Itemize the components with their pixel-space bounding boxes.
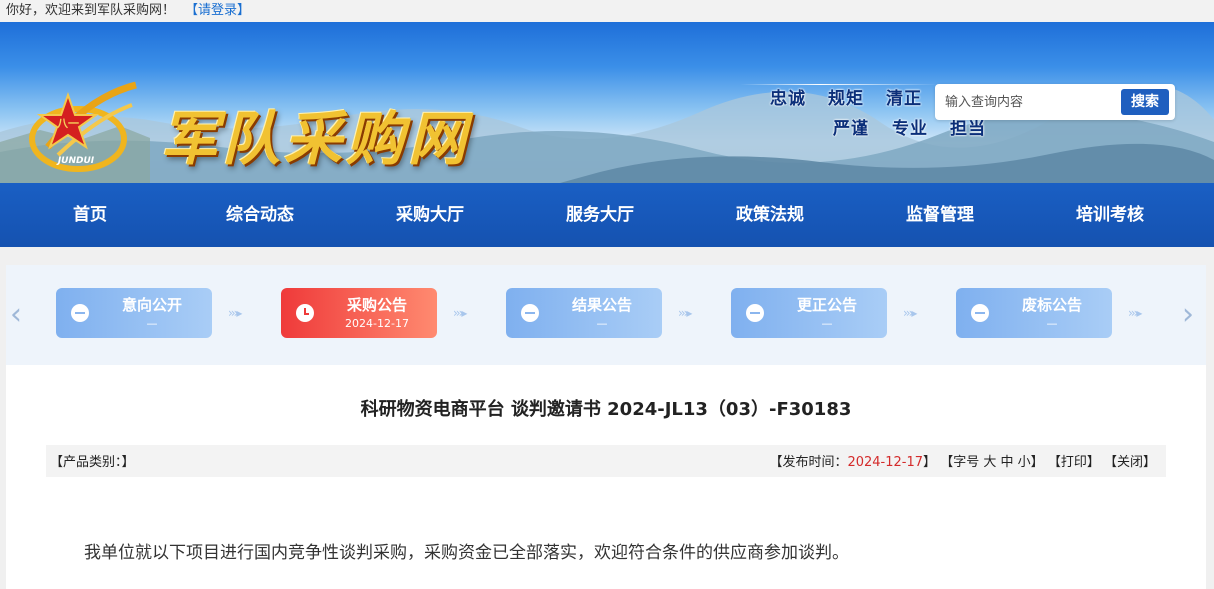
- arrow-right-icon: ›››▸: [678, 306, 692, 320]
- font-size-small[interactable]: 小: [1018, 455, 1031, 470]
- prev-arrow-icon[interactable]: ‹: [10, 297, 22, 332]
- motto-integrity: 清正: [886, 89, 922, 109]
- nav-service-hall[interactable]: 服务大厅: [515, 183, 685, 247]
- emblem-logo: 八一 JUNDUI: [29, 81, 137, 172]
- login-link[interactable]: 【请登录】: [185, 3, 250, 18]
- font-size-label: 【字号: [940, 455, 980, 470]
- search-box: 搜索: [935, 84, 1175, 120]
- next-arrow-icon[interactable]: ›: [1182, 297, 1194, 332]
- font-size-medium[interactable]: 中: [1001, 455, 1014, 470]
- arrow-right-icon: ›››▸: [1128, 306, 1142, 320]
- main-nav: 首页 综合动态 采购大厅 服务大厅 政策法规 监督管理 培训考核: [0, 183, 1214, 247]
- nav-supervision[interactable]: 监督管理: [855, 183, 1025, 247]
- greeting-text: 你好，欢迎来到军队采购网！: [6, 3, 176, 18]
- minus-circle-icon: [971, 304, 989, 322]
- document-body-paragraph: 我单位就以下项目进行国内竞争性谈判采购，采购资金已全部落实，欢迎符合条件的供应商…: [84, 543, 849, 563]
- step-date: —: [821, 317, 833, 330]
- font-size-label-end: 】: [1030, 455, 1044, 470]
- step-date: —: [1046, 317, 1058, 330]
- publish-label: 【发布时间：: [769, 455, 848, 470]
- content-panel: ‹ › 意向公开 — ›››▸ 采购公告 2024-12-17 ›››▸ 结果公…: [6, 265, 1206, 589]
- step-result-notice[interactable]: 结果公告 —: [506, 288, 662, 338]
- top-bar: 你好，欢迎来到军队采购网！ 【请登录】: [0, 0, 1214, 22]
- minus-circle-icon: [746, 304, 764, 322]
- motto-rigor: 严谨: [833, 119, 869, 139]
- emblem-text: JUNDUI: [56, 156, 95, 166]
- product-category: 【产品类别：】: [50, 455, 135, 470]
- publish-date: 2024-12-17: [847, 455, 924, 470]
- arrow-right-icon: ›››▸: [903, 306, 917, 320]
- motto-professional: 专业: [892, 119, 928, 139]
- nav-home[interactable]: 首页: [5, 183, 175, 247]
- search-input[interactable]: [935, 84, 1115, 120]
- arrow-right-icon: ›››▸: [228, 306, 242, 320]
- motto-rules: 规矩: [828, 89, 864, 109]
- step-void-notice[interactable]: 废标公告 —: [956, 288, 1112, 338]
- step-date: —: [146, 317, 158, 330]
- nav-policy[interactable]: 政策法规: [685, 183, 855, 247]
- font-size-large[interactable]: 大: [983, 455, 996, 470]
- motto-loyalty: 忠诚: [770, 89, 806, 109]
- emblem-mark: 八一: [56, 117, 79, 130]
- publish-label-end: 】: [923, 455, 937, 470]
- step-intent-public[interactable]: 意向公开 —: [56, 288, 212, 338]
- minus-circle-icon: [521, 304, 539, 322]
- minus-circle-icon: [71, 304, 89, 322]
- nav-news[interactable]: 综合动态: [175, 183, 345, 247]
- notice-stage-bar: ‹ › 意向公开 — ›››▸ 采购公告 2024-12-17 ›››▸ 结果公…: [6, 265, 1206, 365]
- close-link[interactable]: 【关闭】: [1104, 455, 1156, 470]
- step-label: 更正公告: [796, 296, 857, 314]
- site-title: 军队采购网: [160, 105, 471, 173]
- document-meta: 【发布时间：2024-12-17】 【字号 大 中 小】 【打印】 【关闭】: [769, 445, 1156, 481]
- step-label: 采购公告: [346, 296, 407, 314]
- step-date: —: [596, 317, 608, 330]
- print-link[interactable]: 【打印】: [1048, 455, 1100, 470]
- step-procurement-notice[interactable]: 采购公告 2024-12-17: [281, 288, 437, 338]
- clock-icon: [296, 304, 314, 322]
- document-info-bar: 【产品类别：】 【发布时间：2024-12-17】 【字号 大 中 小】 【打印…: [46, 445, 1166, 477]
- step-label: 意向公开: [121, 296, 182, 314]
- arrow-right-icon: ›››▸: [453, 306, 467, 320]
- header-banner: 八一 JUNDUI 军队采购网 忠诚 规矩 清正 严谨 专业 担当 搜索: [0, 22, 1214, 183]
- search-button[interactable]: 搜索: [1121, 89, 1169, 115]
- nav-training[interactable]: 培训考核: [1025, 183, 1195, 247]
- step-label: 废标公告: [1021, 296, 1082, 314]
- step-label: 结果公告: [571, 296, 632, 314]
- step-correction-notice[interactable]: 更正公告 —: [731, 288, 887, 338]
- step-date: 2024-12-17: [345, 317, 409, 330]
- document-title: 科研物资电商平台 谈判邀请书 2024-JL13（03）-F30183: [360, 399, 852, 420]
- nav-procurement-hall[interactable]: 采购大厅: [345, 183, 515, 247]
